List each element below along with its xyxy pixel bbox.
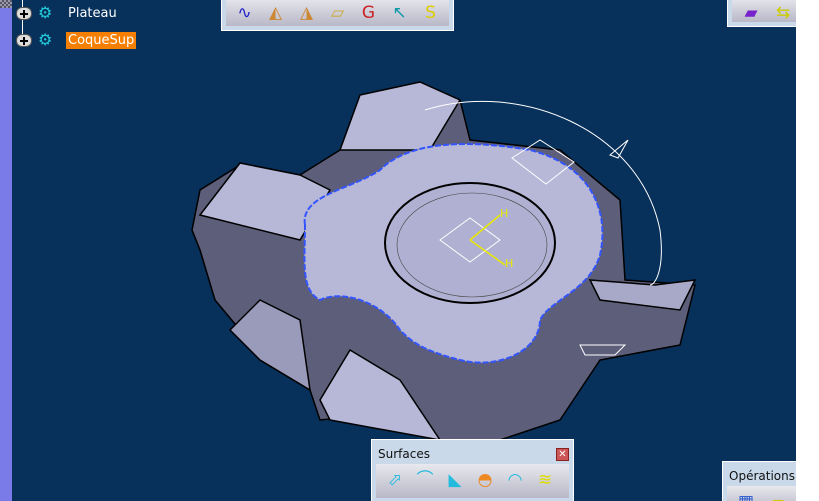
sketch-profile-icon[interactable]: ◭ (263, 0, 288, 26)
axis-h-label: H (500, 207, 508, 220)
join-icon[interactable]: ▦ (733, 489, 759, 501)
sweep-icon[interactable]: ◠ (502, 467, 528, 493)
planar-sketch-icon[interactable]: ▱ (325, 0, 350, 26)
multi-section-surface-icon[interactable]: ≋ (532, 467, 558, 493)
connect-curve-icon[interactable]: S (418, 0, 443, 26)
split-icon[interactable]: ⌐ (765, 489, 791, 501)
sketch-profile-2-icon[interactable]: ◮ (294, 0, 319, 26)
circle-point-icon[interactable]: G (356, 0, 381, 26)
corner-icon[interactable]: ↖ (387, 0, 412, 26)
axis-h-label: H (505, 257, 513, 270)
toolbar-title: Opérations (729, 469, 795, 483)
spline-icon[interactable]: ∿ (232, 0, 257, 26)
pad-icon[interactable]: ▰ (738, 0, 764, 26)
fill-icon[interactable]: ◓ (472, 467, 498, 493)
extrude-surface-icon[interactable]: ⬀ (382, 467, 408, 493)
tree-item-label: Plateau (68, 5, 117, 21)
tree-item-plateau[interactable]: ⚙ Plateau (16, 4, 119, 22)
toolbar-sketch-tools: ∿ ◭ ◮ ▱ G ↖ S (221, 0, 454, 31)
expand-icon[interactable] (16, 6, 32, 20)
toolbar-title: Surfaces (378, 447, 430, 461)
offset-surface-icon[interactable]: ◣ (442, 467, 468, 493)
part-body-icon: ⚙ (38, 30, 53, 49)
expand-icon[interactable] (16, 33, 32, 47)
spec-tree-bar (0, 0, 12, 501)
toolbar-top-right: ▰ ⇆ (727, 0, 796, 27)
tree-item-coquesup[interactable]: ⚙ CoqueSup (16, 30, 137, 49)
tree-item-label: CoqueSup (66, 31, 137, 49)
close-icon[interactable]: ✕ (556, 447, 569, 461)
revolve-surface-icon[interactable]: ⌒ (412, 467, 438, 493)
move-icon[interactable]: ⇆ (770, 0, 796, 26)
3d-viewport[interactable]: H H ⚙ Plateau ⚙ CoqueSup ∿ ◭ ◮ ▱ G ↖ S ▰… (0, 0, 796, 501)
operations-toolbar: Opérations ▦ ⌐ (722, 461, 796, 501)
part-model[interactable]: H H (0, 0, 796, 501)
surfaces-toolbar: Surfaces ✕ ⬀ ⌒ ◣ ◓ ◠ ≋ (371, 439, 574, 501)
part-body-icon: ⚙ (38, 3, 53, 22)
